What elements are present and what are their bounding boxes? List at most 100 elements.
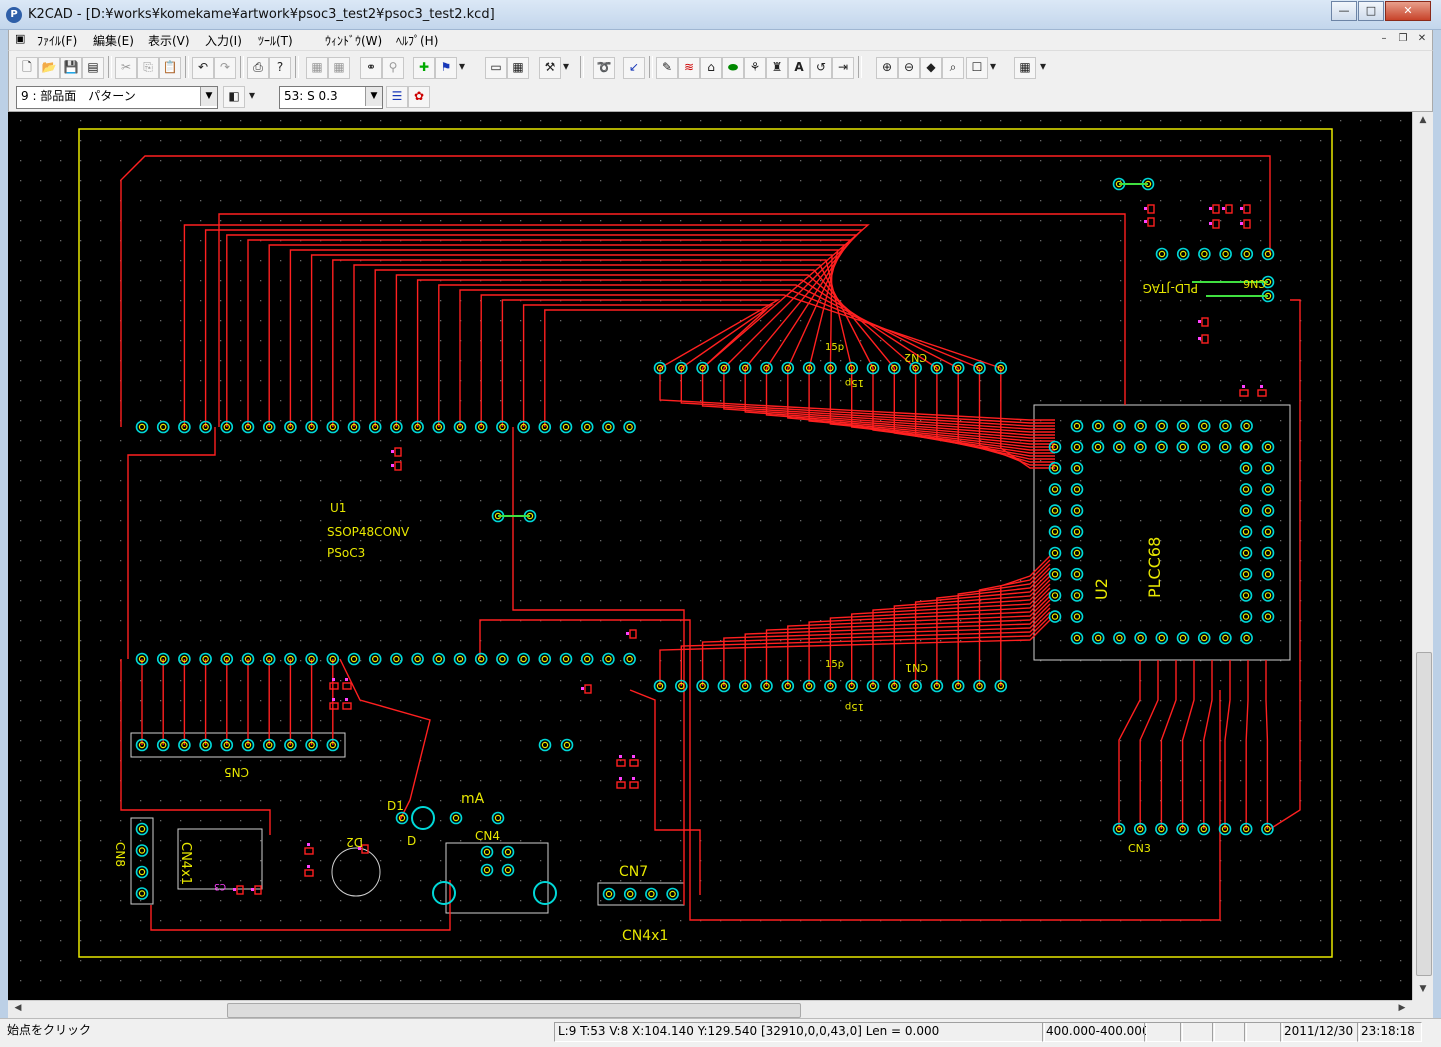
menu-bar: ▣ ﾌｧｲﾙ(F) 編集(E) 表示(V) 入力(I) ﾂｰﾙ(T) ｳｨﾝﾄﾞ…: [8, 30, 1433, 50]
horizontal-scrollbar[interactable]: ◀ ▶: [8, 1000, 1412, 1018]
minimize-button[interactable]: —: [1331, 1, 1357, 21]
scroll-up-icon[interactable]: ▲: [1413, 115, 1433, 125]
component-icon[interactable]: ♜: [766, 57, 788, 79]
help-icon[interactable]: ?: [269, 57, 291, 79]
mdi-close-button[interactable]: ✕: [1415, 33, 1429, 46]
color-palette-icon[interactable]: ✿: [408, 86, 430, 108]
pcb-drawing[interactable]: U1 SSOP48CONV PSoC3 U2 PLCC68 CN1 CN2 CN…: [8, 112, 1412, 1000]
scroll-left-icon[interactable]: ◀: [11, 1003, 25, 1013]
smd-marker: [332, 698, 335, 701]
save-all-icon[interactable]: ▤: [82, 57, 104, 79]
chevron-down-icon[interactable]: ▼: [200, 87, 217, 106]
redo-icon[interactable]: ↷: [214, 57, 236, 79]
frame-icon[interactable]: ☐: [966, 57, 988, 79]
status-date: 2011/12/30: [1280, 1022, 1360, 1042]
smd-marker: [391, 450, 394, 453]
grid-b-icon[interactable]: ▦: [328, 57, 350, 79]
pencil-icon[interactable]: ✎: [656, 57, 678, 79]
cn6-label: CN6: [1243, 277, 1266, 290]
menu-edit[interactable]: 編集(E): [93, 32, 134, 49]
scroll-down-icon[interactable]: ▼: [1413, 984, 1433, 994]
trace-icon[interactable]: ≋: [678, 57, 700, 79]
text-icon[interactable]: A: [788, 57, 810, 79]
cn4-label: CN4: [475, 829, 500, 843]
copy-icon[interactable]: ⎘: [137, 57, 159, 79]
table-icon[interactable]: ▦: [507, 57, 529, 79]
main-toolbar: 🗋 📂 💾 ▤ ✂ ⎘ 📋 ↶ ↷ ⎙ ? ▦ ▦ ⚭ ⚲ ✚ ⚑ ▾ ▭ ▦ …: [8, 50, 1433, 82]
add-part-icon[interactable]: ✚: [413, 57, 435, 79]
app-icon[interactable]: P: [6, 7, 22, 23]
undo-icon[interactable]: ↶: [192, 57, 214, 79]
u1-package-label: SSOP48CONV: [327, 525, 410, 539]
pcb-canvas[interactable]: U1 SSOP48CONV PSoC3 U2 PLCC68 CN1 CN2 CN…: [8, 112, 1412, 1000]
layer-color-icon[interactable]: ◧: [223, 86, 245, 108]
smd-marker: [619, 777, 622, 780]
smd-marker: [1144, 220, 1147, 223]
smd-marker: [1222, 207, 1225, 210]
lasso-icon[interactable]: ➰: [593, 57, 615, 79]
brush-icon[interactable]: ⚘: [744, 57, 766, 79]
grid-a-icon[interactable]: ▦: [306, 57, 328, 79]
line-style-select[interactable]: 53: S 0.3 ▼: [279, 86, 383, 109]
menu-window[interactable]: ｳｨﾝﾄﾞｳ(W): [325, 32, 382, 49]
print-icon[interactable]: ⎙: [247, 57, 269, 79]
menu-view[interactable]: 表示(V): [148, 32, 190, 49]
chevron-down-icon[interactable]: ▼: [365, 87, 382, 106]
zoom-out-icon[interactable]: ⊖: [898, 57, 920, 79]
menu-file[interactable]: ﾌｧｲﾙ(F): [37, 32, 77, 49]
arrow-select-icon[interactable]: ↙: [623, 57, 645, 79]
zoom-area-icon[interactable]: ⌕: [942, 57, 964, 79]
menu-tools[interactable]: ﾂｰﾙ(T): [258, 32, 293, 49]
hammer-dropdown-icon[interactable]: ▾: [559, 57, 573, 77]
arc-icon[interactable]: ↺: [810, 57, 832, 79]
cn5-label: CN5: [224, 765, 249, 779]
close-button[interactable]: ✕: [1385, 1, 1431, 21]
mdi-minimize-button[interactable]: –: [1377, 33, 1391, 46]
hammer-icon[interactable]: ⚒: [539, 57, 561, 79]
smd-marker: [619, 755, 622, 758]
title-bar[interactable]: P K2CAD - [D:¥works¥komekame¥artwork¥pso…: [0, 0, 1441, 30]
vertical-scrollbar[interactable]: ▲ ▼: [1412, 112, 1433, 1000]
grid-dropdown-icon[interactable]: ▾: [1036, 57, 1050, 77]
save-icon[interactable]: 💾: [60, 57, 82, 79]
smd-marker: [1260, 385, 1263, 388]
window-title: K2CAD - [D:¥works¥komekame¥artwork¥psoc3…: [28, 7, 495, 22]
smd-marker: [581, 687, 584, 690]
menu-input[interactable]: 入力(I): [205, 32, 242, 49]
paste-icon[interactable]: 📋: [159, 57, 181, 79]
vertical-scroll-thumb[interactable]: [1416, 652, 1432, 976]
new-file-icon[interactable]: 🗋: [16, 57, 38, 79]
open-folder-icon[interactable]: 📂: [38, 57, 60, 79]
via-icon[interactable]: ⬬: [722, 57, 744, 79]
smd-marker: [307, 865, 310, 868]
cut-icon[interactable]: ✂: [115, 57, 137, 79]
menu-help[interactable]: ﾍﾙﾌﾟ(H): [396, 32, 438, 49]
document-icon[interactable]: ▣: [15, 32, 25, 45]
grid-settings-icon[interactable]: ▦: [1014, 57, 1036, 79]
pad-icon[interactable]: ⌂: [700, 57, 722, 79]
flag-dropdown-icon[interactable]: ▾: [455, 57, 469, 77]
layer-select[interactable]: 9 : 部品面 パターン ▼: [16, 86, 218, 109]
horizontal-scroll-thumb[interactable]: [227, 1003, 801, 1018]
smd-marker: [1144, 207, 1147, 210]
find-replace-icon[interactable]: ⚲: [382, 57, 404, 79]
layers-list-icon[interactable]: ☰: [386, 86, 408, 108]
zoom-in-icon[interactable]: ⊕: [876, 57, 898, 79]
layer-toolbar: 9 : 部品面 パターン ▼ ◧ ▾ 53: S 0.3 ▼ ☰ ✿: [8, 82, 1433, 112]
smd-marker: [1209, 207, 1212, 210]
zoom-fit-icon[interactable]: ◆: [920, 57, 942, 79]
layer-color-dropdown-icon[interactable]: ▾: [245, 86, 259, 106]
binoculars-icon[interactable]: ⚭: [360, 57, 382, 79]
smd-marker: [1240, 207, 1243, 210]
scroll-right-icon[interactable]: ▶: [1395, 1003, 1409, 1013]
cn3-label: CN3: [1128, 842, 1151, 855]
c3-label: C3: [214, 881, 226, 891]
dimension-icon[interactable]: ⇥: [832, 57, 854, 79]
frame-dropdown-icon[interactable]: ▾: [986, 57, 1000, 77]
maximize-button[interactable]: □: [1358, 1, 1384, 21]
flag-icon[interactable]: ⚑: [435, 57, 457, 79]
smd-marker: [1240, 222, 1243, 225]
mdi-restore-button[interactable]: ❐: [1396, 33, 1410, 46]
window-view-icon[interactable]: ▭: [485, 57, 507, 79]
cap-15p-bottom2-label: 15p: [845, 701, 864, 712]
